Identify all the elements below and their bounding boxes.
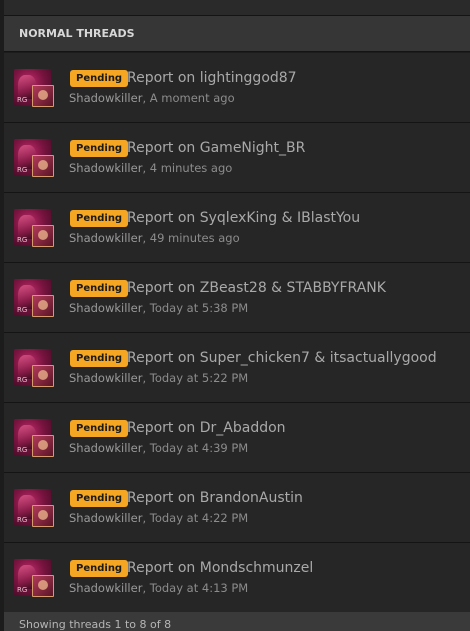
thread-row[interactable]: RG Pending Report on ZBeast28 & STABBYFR…	[4, 263, 470, 333]
thread-meta: Shadowkiller, Today at 4:13 PM	[69, 581, 249, 595]
thread-time[interactable]: Today at 4:39 PM	[150, 441, 248, 455]
thread-title-link[interactable]: Report on GameNight_BR	[127, 137, 305, 159]
author-link[interactable]: Shadowkiller	[69, 161, 142, 175]
thread-title-link[interactable]: Report on ZBeast28 & STABBYFRANK	[127, 277, 386, 299]
thread-time[interactable]: 49 minutes ago	[150, 231, 240, 245]
thread-count-footer: Showing threads 1 to 8 of 8	[4, 612, 470, 631]
author-link[interactable]: Shadowkiller	[69, 581, 142, 595]
thread-title-link[interactable]: Report on SyqlexKing & IBlastYou	[127, 207, 360, 229]
secondary-avatar-icon[interactable]	[32, 155, 54, 177]
thread-title-link[interactable]: Report on Mondschmunzel	[127, 557, 313, 579]
author-link[interactable]: Shadowkiller	[69, 231, 142, 245]
section-header-normal-threads: NORMAL THREADS	[4, 16, 470, 52]
pending-badge[interactable]: Pending	[70, 280, 129, 297]
thread-title-link[interactable]: Report on Dr_Abaddon	[127, 417, 286, 439]
thread-row[interactable]: RG Pending Report on SyqlexKing & IBlast…	[4, 193, 470, 263]
thread-title-link[interactable]: Report on BrandonAustin	[127, 487, 303, 509]
secondary-avatar-icon[interactable]	[32, 435, 54, 457]
pending-badge[interactable]: Pending	[70, 420, 129, 437]
thread-meta: Shadowkiller, 4 minutes ago	[69, 161, 233, 175]
thread-list-page: NORMAL THREADS RG Pending Report on ligh…	[0, 0, 470, 631]
pending-badge[interactable]: Pending	[70, 350, 129, 367]
secondary-avatar-icon[interactable]	[32, 85, 54, 107]
secondary-avatar-icon[interactable]	[32, 575, 54, 597]
author-link[interactable]: Shadowkiller	[69, 371, 142, 385]
thread-time[interactable]: A moment ago	[150, 91, 235, 105]
thread-time[interactable]: Today at 5:38 PM	[150, 301, 248, 315]
thread-row[interactable]: RG Pending Report on lightinggod87 Shado…	[4, 53, 470, 123]
pending-badge[interactable]: Pending	[70, 210, 129, 227]
thread-meta: Shadowkiller, Today at 5:22 PM	[69, 371, 249, 385]
thread-row[interactable]: RG Pending Report on BrandonAustin Shado…	[4, 473, 470, 543]
secondary-avatar-icon[interactable]	[32, 295, 54, 317]
secondary-avatar-icon[interactable]	[32, 225, 54, 247]
secondary-avatar-icon[interactable]	[32, 365, 54, 387]
previous-section-edge	[4, 0, 470, 16]
thread-time[interactable]: Today at 4:22 PM	[150, 511, 248, 525]
pending-badge[interactable]: Pending	[70, 490, 129, 507]
thread-list: RG Pending Report on lightinggod87 Shado…	[4, 53, 470, 613]
author-link[interactable]: Shadowkiller	[69, 511, 142, 525]
thread-meta: Shadowkiller, A moment ago	[69, 91, 235, 105]
thread-meta: Shadowkiller, 49 minutes ago	[69, 231, 240, 245]
thread-meta: Shadowkiller, Today at 5:38 PM	[69, 301, 249, 315]
thread-meta: Shadowkiller, Today at 4:22 PM	[69, 511, 249, 525]
thread-row[interactable]: RG Pending Report on GameNight_BR Shadow…	[4, 123, 470, 193]
thread-meta: Shadowkiller, Today at 4:39 PM	[69, 441, 249, 455]
thread-title-link[interactable]: Report on lightinggod87	[127, 67, 297, 89]
author-link[interactable]: Shadowkiller	[69, 301, 142, 315]
thread-time[interactable]: Today at 5:22 PM	[150, 371, 248, 385]
pending-badge[interactable]: Pending	[70, 70, 129, 87]
author-link[interactable]: Shadowkiller	[69, 441, 142, 455]
thread-title-link[interactable]: Report on Super_chicken7 & itsactuallygo…	[127, 347, 437, 369]
author-link[interactable]: Shadowkiller	[69, 91, 142, 105]
pending-badge[interactable]: Pending	[70, 140, 129, 157]
thread-row[interactable]: RG Pending Report on Super_chicken7 & it…	[4, 333, 470, 403]
thread-row[interactable]: RG Pending Report on Dr_Abaddon Shadowki…	[4, 403, 470, 473]
thread-time[interactable]: Today at 4:13 PM	[150, 581, 248, 595]
thread-time[interactable]: 4 minutes ago	[150, 161, 233, 175]
secondary-avatar-icon[interactable]	[32, 505, 54, 527]
thread-row[interactable]: RG Pending Report on Mondschmunzel Shado…	[4, 543, 470, 613]
pending-badge[interactable]: Pending	[70, 560, 129, 577]
